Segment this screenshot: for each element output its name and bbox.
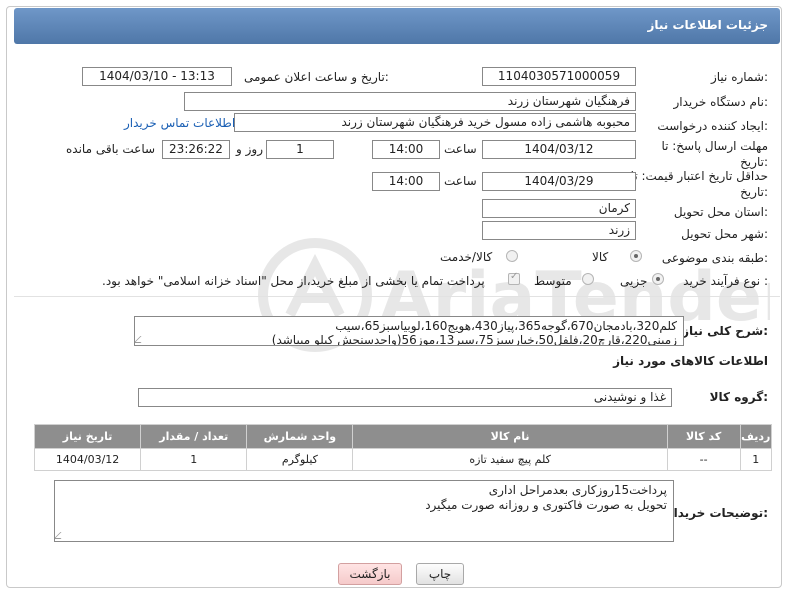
cell-name: کلم پیچ سفید تازه: [352, 448, 668, 471]
announce-label: تاریخ و ساعت اعلان عمومی:: [244, 70, 389, 84]
treasury-payment-note: پرداخت تمام یا بخشی از مبلغ خرید،از محل …: [102, 274, 485, 288]
validity-label: حداقل تاریخ اعتبار قیمت: تا تاریخ:: [630, 169, 768, 199]
buyer-org-label: نام دستگاه خریدار:: [673, 95, 769, 109]
category-service-radio[interactable]: [506, 250, 518, 262]
table-row: 1 -- کلم پیچ سفید تازه کیلوگرم 1 1404/03…: [33, 448, 773, 471]
city-field: زرند: [482, 221, 636, 240]
buyer-notes-textarea[interactable]: پرداخت15روزکاری بعدمراحل اداری تحویل به …: [54, 480, 674, 542]
cell-code: --: [666, 448, 741, 471]
process-label: نوع فرآیند خرید :: [683, 274, 768, 288]
category-service-label: کالا/خدمت: [440, 250, 493, 264]
resize-grip-icon[interactable]: [55, 532, 68, 539]
goods-group-field: غذا و نوشیدنی: [138, 388, 672, 407]
process-medium-radio[interactable]: [582, 273, 594, 285]
buyer-contact-link[interactable]: اطلاعات تماس خریدار: [124, 116, 235, 130]
deadline-label: مهلت ارسال پاسخ: تا تاریخ:: [661, 139, 768, 169]
process-small-radio[interactable]: [652, 273, 664, 285]
city-label: شهر محل تحویل:: [681, 227, 768, 241]
deadline-time-field: 14:00: [372, 140, 440, 159]
panel-header: جزئیات اطلاعات نیاز: [14, 8, 780, 44]
category-label: طبقه بندی موضوعی:: [661, 251, 768, 265]
description-line-1: کلم320،بادمجان670،گوجه365،پیاز430،هویج16…: [335, 319, 677, 333]
validity-date-field: 1404/03/29: [482, 172, 636, 191]
province-label: استان محل تحویل:: [673, 205, 768, 219]
back-button[interactable]: بازگشت: [338, 563, 402, 585]
page-title: جزئیات اطلاعات نیاز: [647, 18, 768, 32]
table-header-row: ردیف کد کالا نام کالا واحد شمارش تعداد /…: [33, 424, 773, 449]
cell-qty: 1: [140, 448, 248, 471]
process-small-label: جزیی: [620, 274, 648, 288]
col-qty: تعداد / مقدار: [140, 424, 248, 449]
cell-row: 1: [739, 448, 773, 471]
col-row: ردیف: [739, 424, 773, 449]
cell-unit: کیلوگرم: [246, 448, 354, 471]
category-goods-radio[interactable]: [630, 250, 642, 262]
remaining-label: ساعت باقی مانده: [66, 142, 156, 156]
days-field: 1: [266, 140, 334, 159]
remaining-time-field: 23:26:22: [162, 140, 230, 159]
col-date: تاریخ نیاز: [33, 424, 142, 449]
buyer-org-field: فرهنگیان شهرستان زرند: [184, 92, 636, 111]
buyer-notes-label: توضیحات خریدار:: [666, 506, 768, 520]
col-code: کد کالا: [666, 424, 741, 449]
cell-date: 1404/03/12: [33, 448, 142, 471]
process-medium-label: متوسط: [534, 274, 572, 288]
buyer-notes-line-1: پرداخت15روزکاری بعدمراحل اداری: [488, 483, 667, 497]
validity-time-label: ساعت: [444, 174, 477, 188]
announce-field: 1404/03/10 - 13:13: [82, 67, 232, 86]
items-table: ردیف کد کالا نام کالا واحد شمارش تعداد /…: [33, 424, 773, 471]
goods-group-label: گروه کالا:: [709, 390, 768, 404]
description-textarea[interactable]: کلم320،بادمجان670،گوجه365،پیاز430،هویج16…: [134, 316, 684, 346]
need-number-field: 1104030571000059: [482, 67, 636, 86]
col-name: نام کالا: [352, 424, 668, 449]
requester-field: محبوبه هاشمی زاده مسول خرید فرهنگیان شهر…: [234, 113, 636, 132]
buyer-notes-line-2: تحویل به صورت فاکتوری و روزانه صورت میگی…: [425, 498, 667, 512]
goods-info-title: اطلاعات کالاهای مورد نیاز: [613, 354, 768, 368]
print-button[interactable]: چاپ: [416, 563, 464, 585]
days-label: روز و: [236, 142, 263, 156]
treasury-payment-checkbox[interactable]: [508, 271, 520, 285]
need-number-label: شماره نیاز:: [710, 70, 768, 84]
col-unit: واحد شمارش: [246, 424, 354, 449]
deadline-date-field: 1404/03/12: [482, 140, 636, 159]
description-line-2: زمینی220،قارچ20،فلفل50،خیارسبز75،سیر13،م…: [271, 333, 677, 346]
province-field: کرمان: [482, 199, 636, 218]
divider: [14, 296, 780, 297]
deadline-time-label: ساعت: [444, 142, 477, 156]
description-label: شرح کلی نیاز:: [682, 324, 768, 338]
requester-label: ایجاد کننده درخواست:: [657, 119, 768, 133]
validity-time-field: 14:00: [372, 172, 440, 191]
category-goods-label: کالا: [592, 250, 609, 264]
